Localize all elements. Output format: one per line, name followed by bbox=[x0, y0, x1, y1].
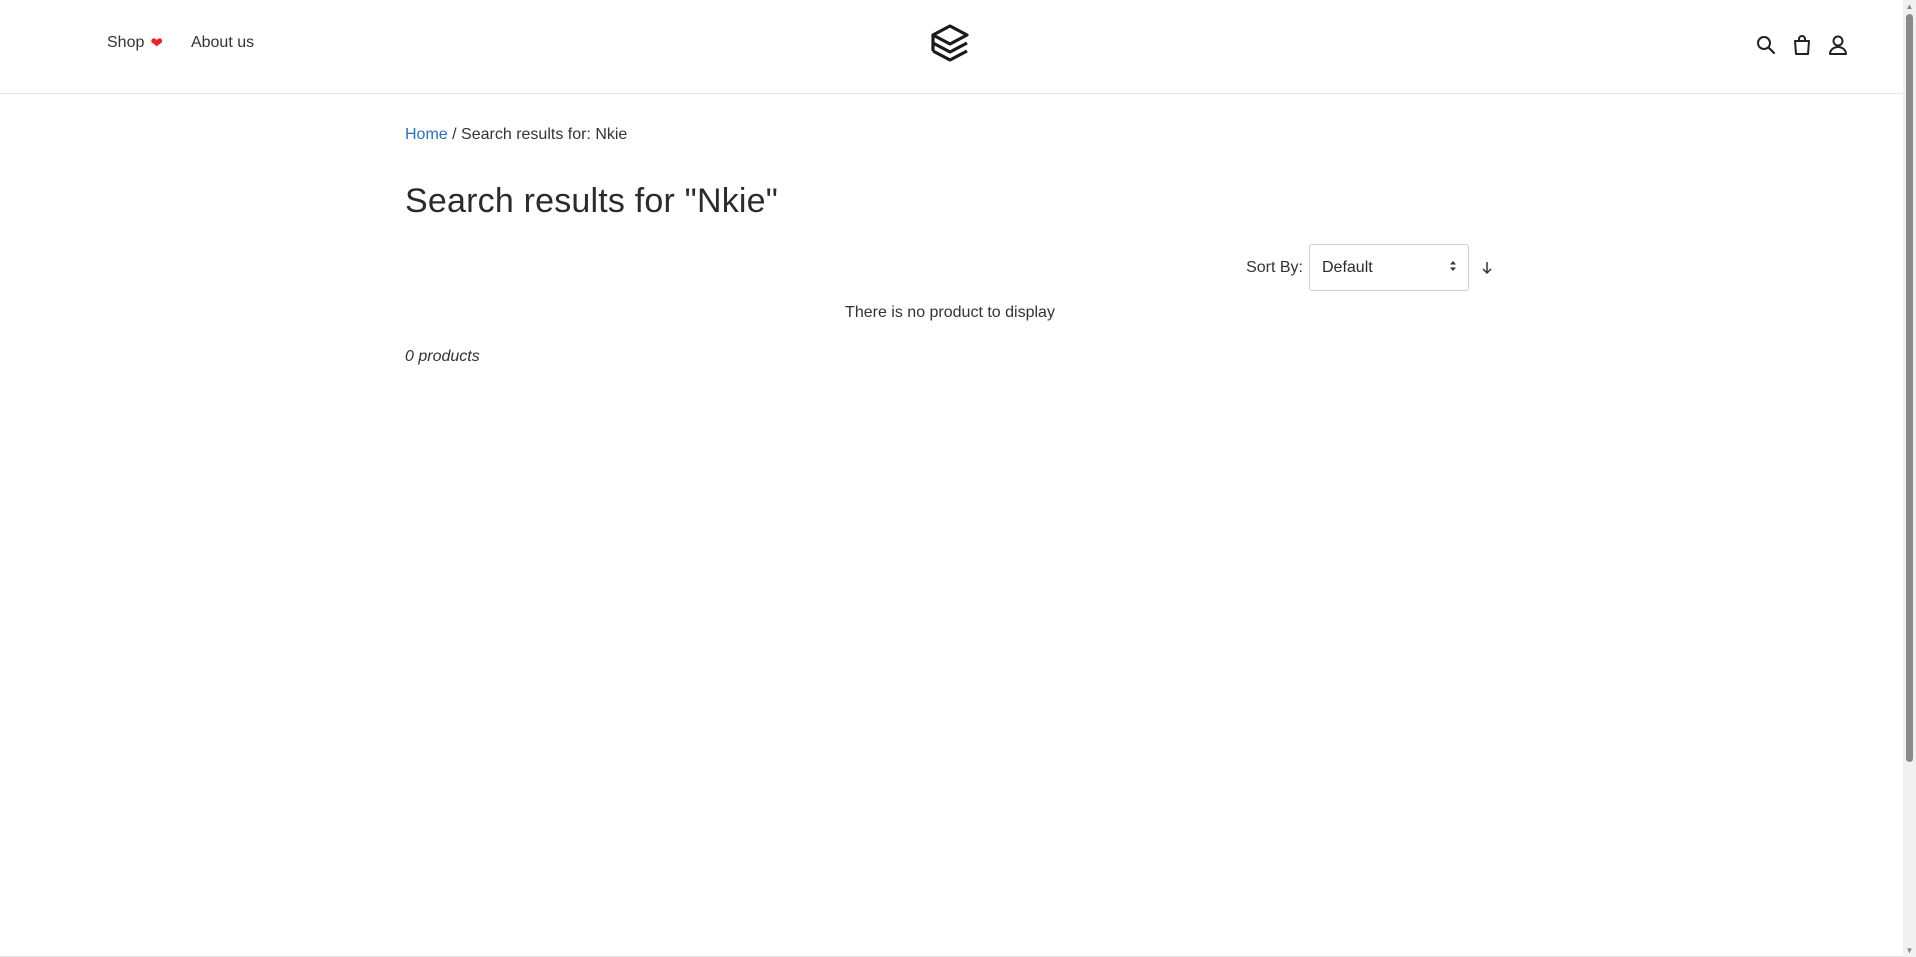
breadcrumb-current: Search results for: Nkie bbox=[461, 126, 628, 143]
nav-item-about-us[interactable]: About us bbox=[191, 34, 254, 52]
empty-message: There is no product to display bbox=[845, 304, 1055, 321]
sort-bar: Sort By: Default bbox=[1246, 244, 1495, 291]
sort-label: Sort By: bbox=[1246, 258, 1303, 276]
scrollbar-thumb[interactable] bbox=[1906, 14, 1913, 762]
page-title: Search results for "Nkie" bbox=[405, 182, 779, 220]
product-count: 0 products bbox=[405, 348, 480, 365]
main-content: Home / Search results for: Nkie Search r… bbox=[405, 94, 1495, 365]
search-icon[interactable] bbox=[1754, 33, 1778, 57]
logo-icon[interactable] bbox=[930, 24, 970, 66]
scrollbar[interactable]: ▲ ▼ bbox=[1903, 0, 1916, 957]
header-actions bbox=[1754, 33, 1850, 57]
account-icon[interactable] bbox=[1826, 33, 1850, 57]
breadcrumb-home-link[interactable]: Home bbox=[405, 126, 448, 143]
site-header: Shop ❤ About us bbox=[0, 0, 1903, 94]
breadcrumb-separator: / bbox=[452, 126, 457, 143]
sort-select-value: Default bbox=[1322, 258, 1373, 276]
select-updown-icon bbox=[1450, 261, 1456, 274]
heart-icon: ❤ bbox=[150, 34, 163, 52]
breadcrumb: Home / Search results for: Nkie bbox=[405, 126, 1495, 144]
scroll-up-icon[interactable]: ▲ bbox=[1905, 2, 1914, 11]
sort-select[interactable]: Default bbox=[1309, 244, 1469, 291]
scroll-down-icon[interactable]: ▼ bbox=[1905, 946, 1914, 955]
main-nav: Shop ❤ About us bbox=[107, 34, 254, 52]
arrow-down-icon[interactable] bbox=[1479, 260, 1495, 276]
cart-icon[interactable] bbox=[1790, 33, 1814, 57]
nav-item-shop[interactable]: Shop ❤ bbox=[107, 34, 163, 52]
nav-item-about-us-label: About us bbox=[190, 34, 255, 51]
nav-item-shop-label: Shop bbox=[107, 34, 145, 51]
page: Shop ❤ About us Home / Search results fo… bbox=[0, 0, 1916, 957]
